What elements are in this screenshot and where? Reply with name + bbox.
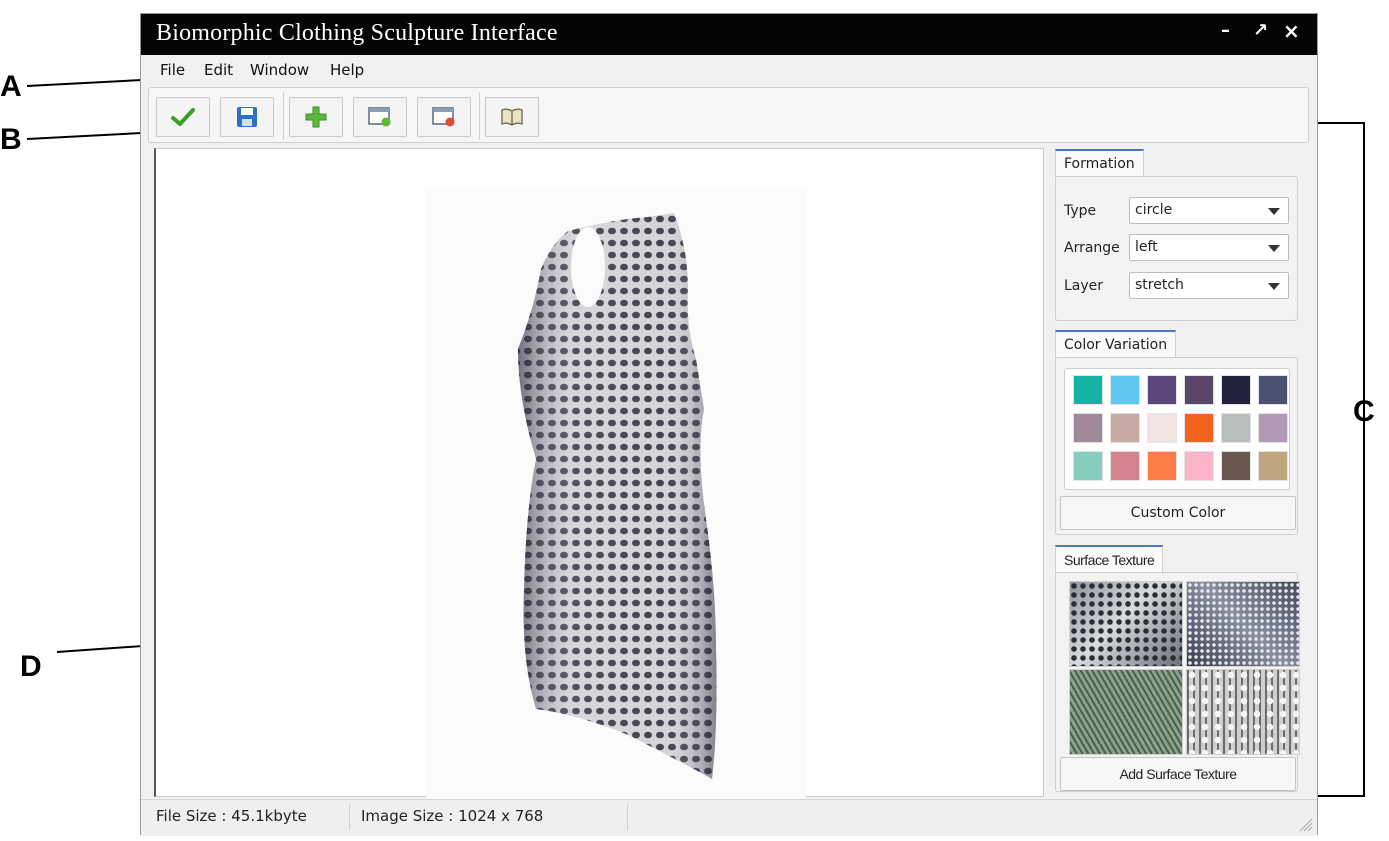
status-separator xyxy=(627,804,628,830)
texture-thumbnail[interactable] xyxy=(1069,669,1183,755)
arrange-select[interactable]: left xyxy=(1129,234,1289,261)
book-icon xyxy=(501,108,523,126)
window-title: Biomorphic Clothing Sculpture Interface xyxy=(156,20,558,46)
add-button[interactable] xyxy=(289,97,343,137)
status-separator xyxy=(349,804,350,830)
tab-formation[interactable]: Formation xyxy=(1055,149,1144,177)
callout-c-bracket xyxy=(1318,122,1365,797)
save-icon xyxy=(237,107,257,127)
tab-surface-texture[interactable]: Surface Texture xyxy=(1055,545,1164,573)
color-swatch[interactable] xyxy=(1110,375,1140,405)
layer-value: stretch xyxy=(1135,277,1184,293)
callout-d: D xyxy=(20,650,42,683)
model-canvas[interactable] xyxy=(154,148,1044,799)
new-window-icon xyxy=(368,107,391,127)
color-swatch[interactable] xyxy=(1147,451,1177,481)
file-size-status: File Size : 45.1kbyte xyxy=(156,807,307,825)
maximize-button[interactable]: ↗ xyxy=(1253,20,1268,41)
type-select[interactable]: circle xyxy=(1129,197,1289,224)
menu-bar: File Edit Window Help xyxy=(141,55,1317,85)
close-window-icon xyxy=(432,107,455,127)
chevron-down-icon xyxy=(1268,245,1280,252)
chevron-down-icon xyxy=(1268,208,1280,215)
color-swatch[interactable] xyxy=(1221,451,1251,481)
toolbar-separator xyxy=(283,92,284,140)
arrange-label: Arrange xyxy=(1064,240,1120,256)
color-swatch[interactable] xyxy=(1073,413,1103,443)
color-swatch[interactable] xyxy=(1110,413,1140,443)
save-button[interactable] xyxy=(220,97,274,137)
texture-thumbnail[interactable] xyxy=(1069,581,1183,667)
swatch-grid xyxy=(1064,368,1290,490)
texture-thumbnail[interactable] xyxy=(1186,669,1300,755)
status-bar: File Size : 45.1kbyte Image Size : 1024 … xyxy=(141,799,1317,836)
callout-a: A xyxy=(0,70,22,103)
type-value: circle xyxy=(1135,202,1173,218)
minimize-button[interactable]: – xyxy=(1221,20,1230,41)
color-swatch[interactable] xyxy=(1258,413,1288,443)
chevron-down-icon xyxy=(1268,283,1280,290)
tab-color-variation[interactable]: Color Variation xyxy=(1055,330,1177,358)
close-button[interactable]: × xyxy=(1283,19,1300,43)
color-swatch[interactable] xyxy=(1258,375,1288,405)
close-window-button[interactable] xyxy=(417,97,471,137)
callout-b-line xyxy=(26,131,155,140)
arrange-value: left xyxy=(1135,239,1158,255)
color-swatch[interactable] xyxy=(1184,375,1214,405)
book-button[interactable] xyxy=(485,97,539,137)
app-window: Biomorphic Clothing Sculpture Interface … xyxy=(140,13,1318,836)
toolbar-separator xyxy=(479,92,480,140)
new-window-button[interactable] xyxy=(353,97,407,137)
callout-b: B xyxy=(0,123,22,156)
custom-color-button[interactable]: Custom Color xyxy=(1060,496,1296,530)
formation-group: Type circle Arrange left Layer stretch xyxy=(1055,176,1298,321)
plus-icon xyxy=(305,106,327,128)
color-swatch[interactable] xyxy=(1073,375,1103,405)
color-swatch[interactable] xyxy=(1184,451,1214,481)
color-variation-group: Custom Color xyxy=(1055,357,1298,535)
color-swatch[interactable] xyxy=(1147,375,1177,405)
layer-select[interactable]: stretch xyxy=(1129,272,1289,299)
color-swatch[interactable] xyxy=(1258,451,1288,481)
color-swatch[interactable] xyxy=(1221,375,1251,405)
confirm-button[interactable] xyxy=(156,97,210,137)
color-swatch[interactable] xyxy=(1221,413,1251,443)
menu-edit[interactable]: Edit xyxy=(204,61,233,79)
menu-help[interactable]: Help xyxy=(330,61,364,79)
type-label: Type xyxy=(1064,203,1097,219)
color-swatch[interactable] xyxy=(1073,451,1103,481)
image-size-status: Image Size : 1024 x 768 xyxy=(361,807,544,825)
color-swatch[interactable] xyxy=(1110,451,1140,481)
title-bar: Biomorphic Clothing Sculpture Interface … xyxy=(141,14,1317,55)
callout-a-line xyxy=(26,78,147,87)
menu-file[interactable]: File xyxy=(160,61,185,79)
resize-grip-icon[interactable] xyxy=(1295,814,1313,832)
menu-window[interactable]: Window xyxy=(250,61,309,79)
color-swatch[interactable] xyxy=(1184,413,1214,443)
surface-texture-group: Add Surface Texture xyxy=(1055,572,1300,792)
texture-thumbnail[interactable] xyxy=(1186,581,1300,667)
checkmark-icon xyxy=(171,108,195,126)
toolbar xyxy=(148,87,1309,143)
add-surface-texture-button[interactable]: Add Surface Texture xyxy=(1060,757,1296,791)
color-swatch[interactable] xyxy=(1147,413,1177,443)
layer-label: Layer xyxy=(1064,278,1104,294)
dress-model-image xyxy=(426,189,806,799)
